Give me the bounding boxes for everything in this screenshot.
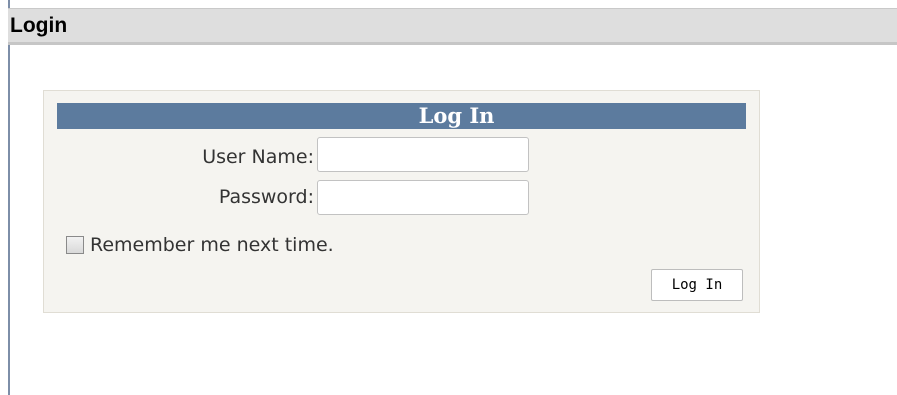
page-title: Login [10,14,68,37]
login-panel: Log In User Name: Password: Remember me … [43,90,760,313]
login-page: Login Log In User Name: Password: Rememb… [0,0,897,395]
password-label: Password: [218,186,314,208]
page-header: Login [8,8,897,45]
remember-me-row[interactable]: Remember me next time. [66,233,334,257]
remember-me-checkbox[interactable] [66,236,84,254]
left-border [8,0,10,395]
login-panel-title: Log In [57,103,746,129]
password-input[interactable] [317,180,529,215]
remember-me-label[interactable]: Remember me next time. [90,233,334,257]
username-input[interactable] [317,137,529,172]
username-label: User Name: [202,146,314,168]
login-button[interactable]: Log In [651,269,743,301]
